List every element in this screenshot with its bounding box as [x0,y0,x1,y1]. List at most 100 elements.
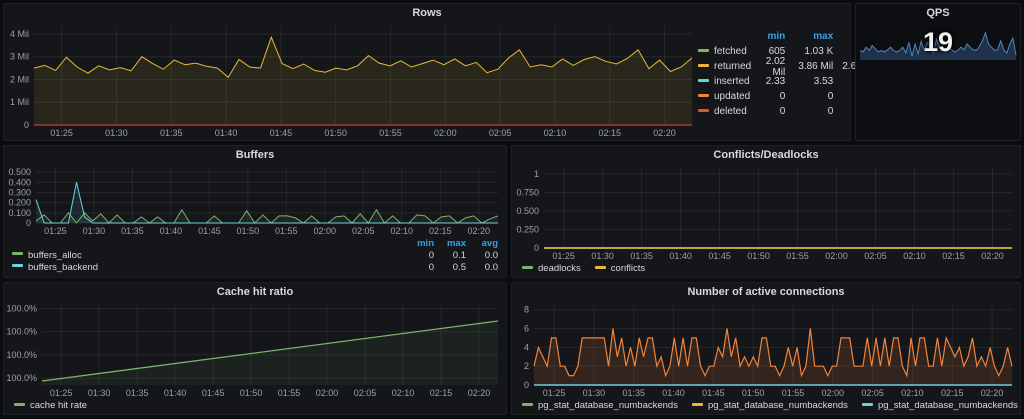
svg-text:01:45: 01:45 [270,128,293,138]
svg-text:100.0%: 100.0% [6,327,37,337]
svg-text:01:35: 01:35 [126,388,149,398]
svg-text:0.300: 0.300 [8,187,31,197]
svg-text:100.0%: 100.0% [6,350,37,360]
buffers-legend-table: min max avg buffers_alloc 0 0.1 0.0 buff… [4,237,506,277]
series-swatch-returned [698,64,709,67]
svg-text:02:05: 02:05 [352,226,375,236]
legend-label: deleted [714,106,747,117]
svg-text:0.400: 0.400 [8,177,31,187]
svg-text:01:25: 01:25 [552,251,575,261]
svg-text:0: 0 [524,380,529,390]
svg-text:01:25: 01:25 [543,388,566,398]
legend-label: deadlocks [538,263,581,274]
rows-chart[interactable]: 01 Mil2 Mil3 Mil4 Mil01:2501:3001:3501:4… [4,21,698,140]
panel-title-conflicts[interactable]: Conflicts/Deadlocks [512,146,1020,163]
legend-item-buffers-alloc[interactable]: buffers_alloc [12,250,408,261]
connections-chart[interactable]: 0246801:2501:3001:3501:4001:4501:5001:55… [512,300,1020,399]
stat-max: 0 [785,106,833,117]
svg-text:01:30: 01:30 [83,226,106,236]
stat-min: 0 [751,91,785,102]
panel-title-rows[interactable]: Rows [4,4,850,21]
series-swatch-cache-hit-rate [14,403,25,406]
svg-text:02:15: 02:15 [598,128,621,138]
svg-text:02:10: 02:10 [901,388,924,398]
legend-item-fetched[interactable]: fetched [698,46,751,57]
legend-item-buffers-backend[interactable]: buffers_backend [12,262,408,273]
svg-text:01:40: 01:40 [164,388,187,398]
svg-text:01:55: 01:55 [278,388,301,398]
grafana-dashboard: Rows 01 Mil2 Mil3 Mil4 Mil01:2501:3001:3… [0,0,1024,419]
svg-text:01:25: 01:25 [50,128,73,138]
svg-text:0: 0 [534,243,539,253]
conflicts-chart[interactable]: 00.2500.5000.750101:2501:3001:3501:4001:… [512,163,1020,262]
legend-label: updated [714,91,750,102]
legend-label: fetched [714,46,747,57]
legend-label: returned [714,61,751,72]
svg-text:01:35: 01:35 [630,251,653,261]
dashboard-row-top: Rows 01 Mil2 Mil3 Mil4 Mil01:2501:3001:3… [3,3,1021,141]
panel-title-cache[interactable]: Cache hit ratio [4,283,506,300]
panel-rows: Rows 01 Mil2 Mil3 Mil4 Mil01:2501:3001:3… [3,3,851,141]
legend-item-numbackends-2[interactable]: pg_stat_database_numbackends [692,400,848,411]
svg-text:01:45: 01:45 [708,251,731,261]
legend-item-updated[interactable]: updated [698,91,751,102]
stat-max: 3.86 Mil [785,61,833,72]
legend-item-numbackends-1[interactable]: pg_stat_database_numbackends [522,400,678,411]
svg-text:0.100: 0.100 [8,208,31,218]
svg-text:02:05: 02:05 [354,388,377,398]
dashboard-row-bottom: Cache hit ratio 100.0%100.0%100.0%100.0%… [3,282,1021,415]
stat-min: 0 [408,250,434,261]
stat-max: 0.1 [434,250,466,261]
svg-text:02:00: 02:00 [316,388,339,398]
legend-item-deadlocks[interactable]: deadlocks [522,263,581,274]
svg-text:01:50: 01:50 [747,251,770,261]
legend-item-returned[interactable]: returned [698,61,751,72]
cache-chart[interactable]: 100.0%100.0%100.0%100.0%01:2501:3001:350… [4,300,506,399]
svg-text:01:40: 01:40 [669,251,692,261]
legend-label: pg_stat_database_numbackends [878,400,1018,411]
svg-text:3 Mil: 3 Mil [10,52,29,62]
svg-text:8: 8 [524,305,529,315]
legend-label: inserted [714,76,750,87]
rows-legend-table: min max avg fetched 605 1.03 K 752 retur… [698,21,850,140]
svg-text:02:10: 02:10 [903,251,926,261]
svg-text:01:40: 01:40 [160,226,183,236]
svg-text:01:30: 01:30 [583,388,606,398]
legend-item-deleted[interactable]: deleted [698,106,751,117]
legend-label: pg_stat_database_numbackends [708,400,848,411]
legend-label: buffers_alloc [28,250,82,261]
stat-avg: 0.0 [466,262,498,273]
series-swatch-numbackends-green [522,403,533,406]
svg-text:02:05: 02:05 [489,128,512,138]
svg-text:02:00: 02:00 [822,388,845,398]
connections-legend: pg_stat_database_numbackends pg_stat_dat… [512,399,1020,414]
svg-text:01:45: 01:45 [198,226,221,236]
legend-item-numbackends-3[interactable]: pg_stat_database_numbackends [862,400,1018,411]
stat-avg: 0.0 [466,250,498,261]
panel-title-qps[interactable]: QPS [856,4,1020,21]
svg-text:01:40: 01:40 [215,128,238,138]
series-swatch-inserted [698,79,709,82]
stat-max: 3.53 [785,76,833,87]
legend-item-conflicts[interactable]: conflicts [595,263,645,274]
svg-text:4 Mil: 4 Mil [10,29,29,39]
panel-title-buffers[interactable]: Buffers [4,146,506,163]
legend-item-inserted[interactable]: inserted [698,76,751,87]
svg-text:0.200: 0.200 [8,198,31,208]
svg-text:01:50: 01:50 [324,128,347,138]
svg-text:01:50: 01:50 [742,388,765,398]
series-swatch-buffers-backend [12,264,23,267]
buffers-chart[interactable]: 00.1000.2000.3000.4000.50001:2501:3001:3… [4,163,506,237]
panel-cache-hit-ratio: Cache hit ratio 100.0%100.0%100.0%100.0%… [3,282,507,415]
legend-item-cache-hit-rate[interactable]: cache hit rate [14,400,87,411]
series-swatch-conflicts [595,266,606,269]
svg-text:01:35: 01:35 [622,388,645,398]
dashboard-row-middle: Buffers 00.1000.2000.3000.4000.50001:250… [3,145,1021,278]
svg-text:0: 0 [24,120,29,130]
svg-text:01:30: 01:30 [88,388,111,398]
panel-title-connections[interactable]: Number of active connections [512,283,1020,300]
svg-text:0.500: 0.500 [8,167,31,177]
stat-max: 0 [785,91,833,102]
legend-header-max: max [434,238,466,249]
qps-sparkline[interactable] [859,26,1017,62]
